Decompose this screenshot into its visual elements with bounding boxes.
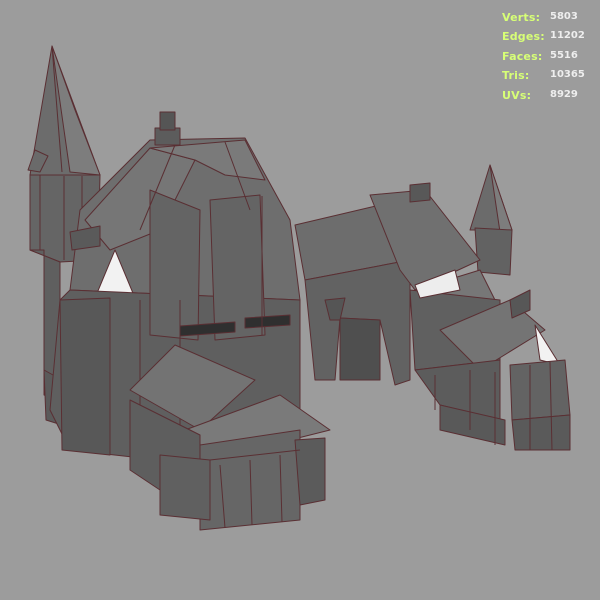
hud-row-tris: Tris: 10365 xyxy=(502,69,592,88)
hud-value: 8929 xyxy=(550,88,578,100)
3d-viewport[interactable]: Verts: 5803 Edges: 11202 Faces: 5516 Tri… xyxy=(0,0,600,600)
hud-label: Faces: xyxy=(502,49,543,63)
hud-row-verts: Verts: 5803 xyxy=(502,11,592,30)
hud-label: Tris: xyxy=(502,69,530,83)
hud-label: UVs: xyxy=(502,88,532,102)
hud-value: 5516 xyxy=(550,49,578,61)
hud-label: Edges: xyxy=(502,30,545,44)
poly-count-hud: Verts: 5803 Edges: 11202 Faces: 5516 Tri… xyxy=(502,11,592,108)
hud-row-uvs: UVs: 8929 xyxy=(502,89,592,108)
hud-value: 10365 xyxy=(550,69,585,81)
hud-row-faces: Faces: 5516 xyxy=(502,50,592,69)
hud-value: 11202 xyxy=(550,30,585,42)
hud-label: Verts: xyxy=(502,11,541,24)
hud-row-edges: Edges: 11202 xyxy=(502,30,592,49)
hud-value: 5803 xyxy=(550,11,578,22)
